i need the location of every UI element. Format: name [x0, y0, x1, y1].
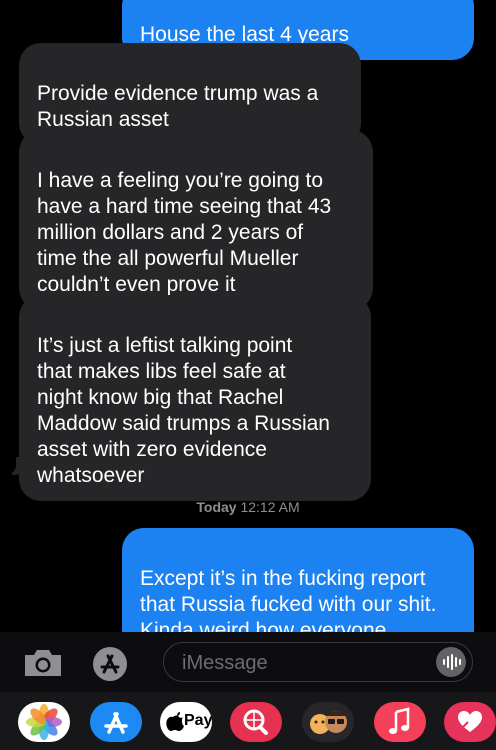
message-timestamp: Today 12:12 AM: [0, 499, 496, 515]
message-thread: House the last 4 years Provide evidence …: [0, 0, 496, 636]
message-text: I have a feeling you’re going to have a …: [37, 169, 332, 296]
memoji-app-icon[interactable]: [302, 702, 354, 742]
message-text: Except it’s in the fucking report that R…: [140, 567, 437, 636]
message-bubble-incoming[interactable]: It’s just a leftist talking point that m…: [19, 295, 371, 501]
app-store-app-icon[interactable]: [90, 702, 142, 742]
timestamp-time: 12:12 AM: [240, 499, 300, 515]
photos-app-icon[interactable]: [18, 702, 70, 742]
timestamp-day: Today: [196, 499, 237, 515]
message-text: Provide evidence trump was a Russian ass…: [37, 82, 319, 131]
digital-touch-app-icon[interactable]: [444, 702, 496, 742]
message-bubble-incoming[interactable]: I have a feeling you’re going to have a …: [19, 130, 373, 310]
music-app-icon[interactable]: [374, 702, 426, 742]
imessage-input[interactable]: iMessage: [163, 642, 473, 682]
app-store-icon[interactable]: [92, 646, 128, 682]
imessage-placeholder: iMessage: [182, 652, 268, 674]
message-bubble-outgoing[interactable]: Except it’s in the fucking report that R…: [122, 528, 474, 636]
apple-pay-app-icon[interactable]: Pay: [160, 702, 212, 742]
apple-pay-label: Pay: [184, 712, 212, 729]
search-images-app-icon[interactable]: [230, 702, 282, 742]
camera-icon[interactable]: [22, 648, 64, 678]
message-text: It’s just a leftist talking point that m…: [37, 334, 330, 487]
microphone-waveform-icon[interactable]: [436, 647, 466, 677]
